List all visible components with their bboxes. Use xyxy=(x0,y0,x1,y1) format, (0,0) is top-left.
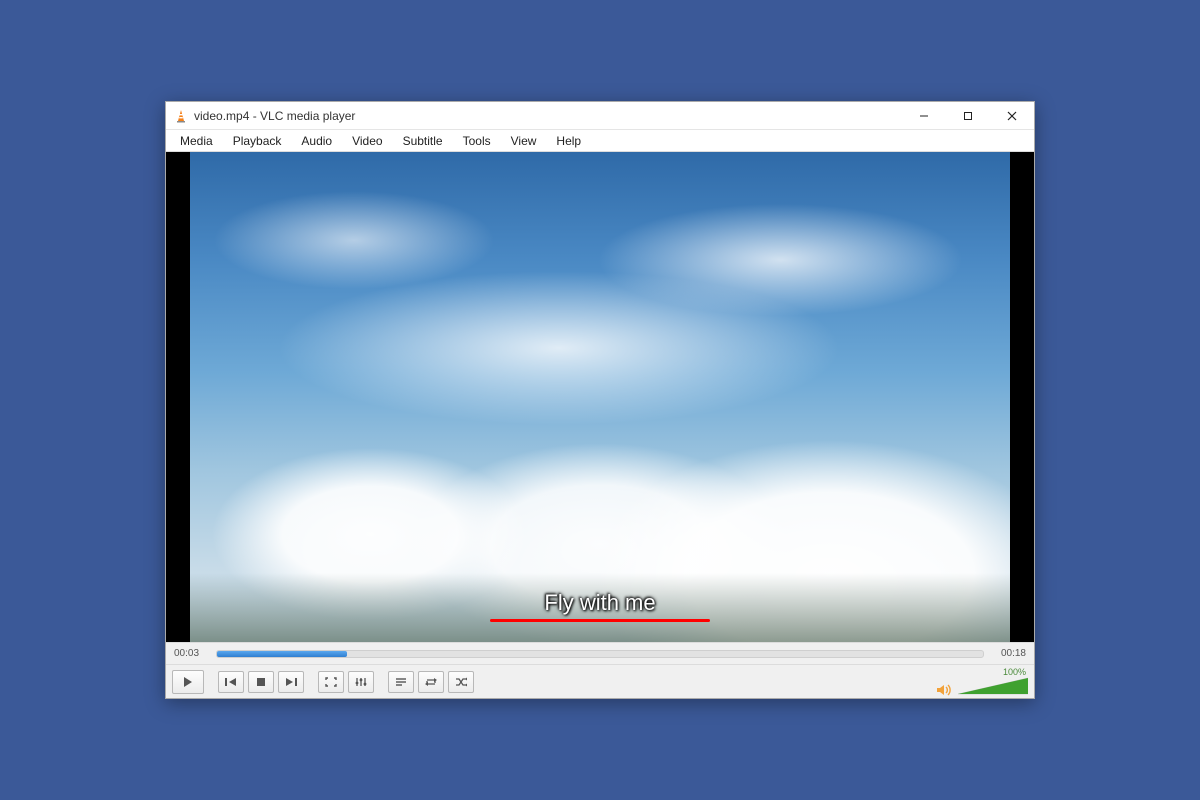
next-button[interactable] xyxy=(278,671,304,693)
playlist-button[interactable] xyxy=(388,671,414,693)
volume-control[interactable]: 100% xyxy=(936,667,1028,697)
play-icon xyxy=(183,676,193,688)
volume-label: 100% xyxy=(1003,667,1026,677)
seek-row: 00:03 00:18 xyxy=(166,642,1034,664)
close-icon xyxy=(1007,111,1017,121)
menu-media[interactable]: Media xyxy=(170,130,223,151)
shuffle-button[interactable] xyxy=(448,671,474,693)
titlebar[interactable]: video.mp4 - VLC media player xyxy=(166,102,1034,130)
maximize-button[interactable] xyxy=(946,102,990,129)
fullscreen-icon xyxy=(325,677,337,687)
menu-playback[interactable]: Playback xyxy=(223,130,292,151)
menubar: Media Playback Audio Video Subtitle Tool… xyxy=(166,130,1034,152)
playlist-icon xyxy=(395,677,407,687)
seek-slider[interactable] xyxy=(216,650,984,658)
menu-video[interactable]: Video xyxy=(342,130,392,151)
menu-help[interactable]: Help xyxy=(546,130,591,151)
menu-tools[interactable]: Tools xyxy=(453,130,501,151)
seek-fill xyxy=(217,651,347,657)
time-total: 00:18 xyxy=(992,648,1026,659)
video-frame: Fly with me xyxy=(190,152,1010,642)
previous-button[interactable] xyxy=(218,671,244,693)
minimize-icon xyxy=(919,111,929,121)
minimize-button[interactable] xyxy=(902,102,946,129)
loop-icon xyxy=(425,677,437,687)
play-button[interactable] xyxy=(172,670,204,694)
vlc-cone-icon xyxy=(174,109,188,123)
menu-audio[interactable]: Audio xyxy=(291,130,342,151)
video-area[interactable]: Fly with me xyxy=(166,152,1034,642)
volume-slider[interactable] xyxy=(958,677,1028,697)
close-button[interactable] xyxy=(990,102,1034,129)
speaker-icon xyxy=(936,683,952,697)
stop-icon xyxy=(256,677,266,687)
subtitle-text: Fly with me xyxy=(544,590,655,616)
maximize-icon xyxy=(963,111,973,121)
extended-settings-button[interactable] xyxy=(348,671,374,693)
window-title: video.mp4 - VLC media player xyxy=(194,109,355,123)
fullscreen-button[interactable] xyxy=(318,671,344,693)
vlc-window: video.mp4 - VLC media player Media Playb… xyxy=(165,101,1035,699)
video-content-sky xyxy=(190,152,1010,642)
stop-button[interactable] xyxy=(248,671,274,693)
menu-subtitle[interactable]: Subtitle xyxy=(393,130,453,151)
subtitle-underline-annotation xyxy=(490,619,710,622)
controls-bar: 100% xyxy=(166,664,1034,698)
menu-view[interactable]: View xyxy=(501,130,547,151)
window-controls xyxy=(902,102,1034,129)
previous-icon xyxy=(225,677,237,687)
time-elapsed: 00:03 xyxy=(174,648,208,659)
extended-settings-icon xyxy=(355,677,367,687)
shuffle-icon xyxy=(455,677,467,687)
next-icon xyxy=(285,677,297,687)
loop-button[interactable] xyxy=(418,671,444,693)
